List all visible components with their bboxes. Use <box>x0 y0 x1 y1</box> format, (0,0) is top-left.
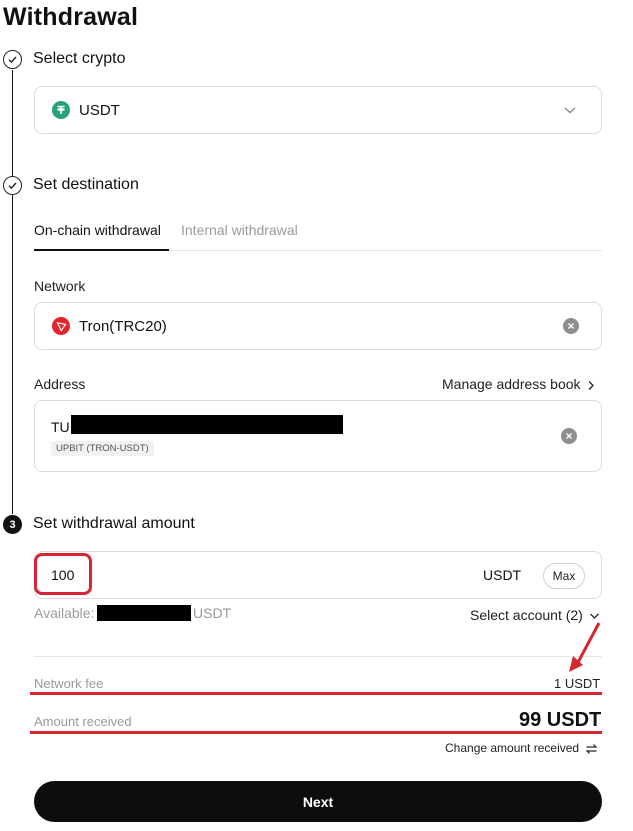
change-amount-label: Change amount received <box>445 741 580 755</box>
network-select[interactable]: Tron(TRC20) <box>34 302 602 350</box>
step-title-select-crypto: Select crypto <box>33 50 126 67</box>
crypto-select[interactable]: USDT <box>34 86 602 134</box>
clear-icon[interactable] <box>561 428 577 444</box>
chevron-down-icon[interactable] <box>563 103 577 122</box>
swap-icon <box>585 743 598 754</box>
network-label: Network <box>34 278 86 294</box>
page-title: Withdrawal <box>3 3 139 31</box>
selected-network: Tron(TRC20) <box>79 318 167 335</box>
step-title-set-destination: Set destination <box>33 176 139 193</box>
network-fee-label: Network fee <box>34 676 104 691</box>
amount-input[interactable]: 100 USDT Max <box>34 551 602 599</box>
max-button[interactable]: Max <box>543 563 585 589</box>
step-complete-icon <box>3 50 22 69</box>
highlight-underline <box>30 692 602 695</box>
tron-icon <box>52 317 70 335</box>
manage-address-book-link[interactable]: Manage address book <box>442 376 595 392</box>
redacted-address <box>71 415 343 434</box>
step-complete-icon <box>3 176 22 195</box>
amount-received-label: Amount received <box>34 714 132 729</box>
manage-address-book-label: Manage address book <box>442 376 581 392</box>
redacted-balance <box>97 605 191 621</box>
tab-internal-withdrawal[interactable]: Internal withdrawal <box>181 222 298 238</box>
tab-on-chain-withdrawal[interactable]: On-chain withdrawal <box>34 222 161 238</box>
clear-icon[interactable] <box>563 318 579 334</box>
available-label: Available: <box>34 605 95 621</box>
address-input[interactable]: TU UPBIT (TRON-USDT) <box>34 400 602 472</box>
next-button[interactable]: Next <box>34 781 602 822</box>
active-tab-indicator <box>34 249 169 251</box>
highlight-box <box>34 553 92 595</box>
highlight-underline <box>30 731 602 734</box>
amount-unit: USDT <box>483 567 522 583</box>
tether-icon <box>52 101 70 119</box>
available-unit: USDT <box>193 605 232 621</box>
step-number-badge: 3 <box>3 515 22 534</box>
network-fee-value: 1 USDT <box>554 676 601 691</box>
change-amount-received-link[interactable]: Change amount received <box>445 741 598 755</box>
amount-received-value: 99 USDT <box>519 709 602 731</box>
address-tag: UPBIT (TRON-USDT) <box>51 441 154 456</box>
step-timeline <box>12 70 13 514</box>
selected-coin: USDT <box>79 102 120 119</box>
annotation-arrow-icon <box>569 622 601 672</box>
summary-divider <box>34 656 602 657</box>
address-value: TU <box>51 419 70 435</box>
step-title-set-amount: Set withdrawal amount <box>33 515 195 532</box>
address-label: Address <box>34 376 86 392</box>
chevron-right-icon <box>588 380 595 390</box>
